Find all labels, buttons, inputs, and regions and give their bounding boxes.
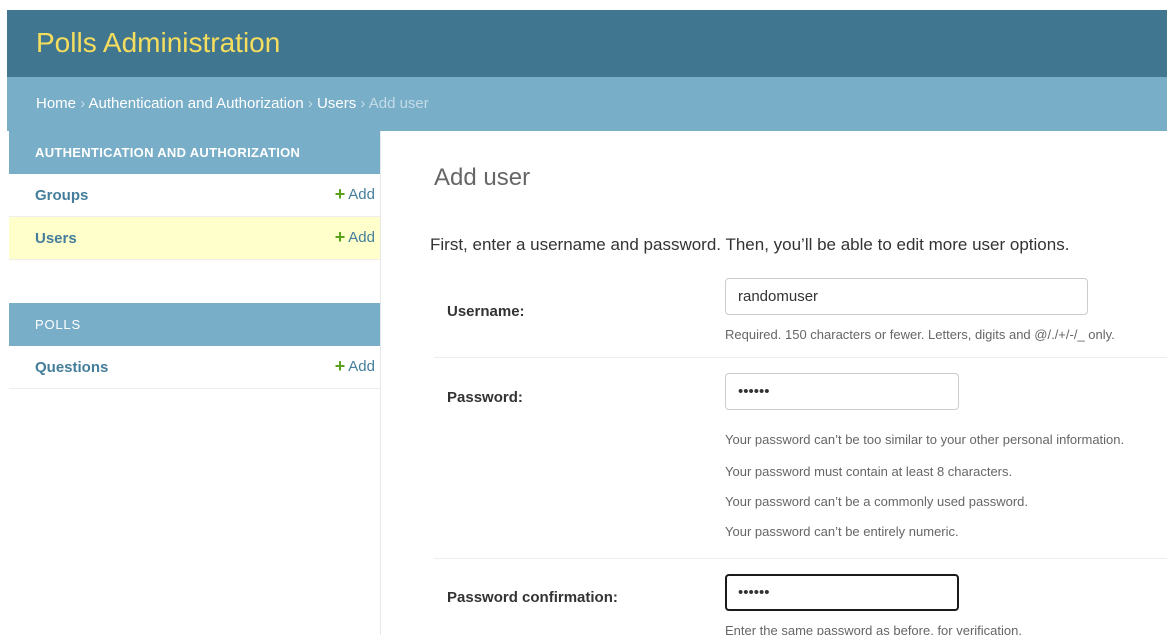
- password-confirmation-help: Enter the same password as before, for v…: [725, 623, 1022, 635]
- sidebar-item-users: Users + Add: [9, 217, 380, 260]
- breadcrumb-separator: ›: [80, 95, 86, 112]
- main-content: Add user First, enter a username and pas…: [428, 131, 1167, 635]
- password-label: Password:: [447, 389, 523, 406]
- password-confirmation-label: Password confirmation:: [447, 589, 618, 606]
- page-title: Add user: [434, 164, 531, 191]
- add-groups-link[interactable]: + Add: [334, 184, 375, 204]
- username-field[interactable]: [725, 278, 1088, 315]
- plus-icon: +: [334, 184, 346, 204]
- sidebar-item-groups: Groups + Add: [9, 174, 380, 217]
- password-help-item: Your password can’t be entirely numeric.: [725, 524, 959, 539]
- model-link-questions[interactable]: Questions: [35, 359, 108, 376]
- module-caption-auth[interactable]: AUTHENTICATION AND AUTHORIZATION: [9, 131, 380, 174]
- breadcrumb-app[interactable]: Authentication and Authorization: [89, 95, 304, 112]
- password-confirmation-field[interactable]: [725, 574, 959, 611]
- breadcrumb-model[interactable]: Users: [317, 95, 356, 112]
- password-field[interactable]: [725, 373, 959, 410]
- breadcrumb-home[interactable]: Home: [36, 95, 76, 112]
- add-label: Add: [348, 358, 375, 375]
- intro-text: First, enter a username and password. Th…: [430, 235, 1070, 254]
- breadcrumb-separator: ›: [360, 95, 366, 112]
- form-row-password: Password: Your password can’t be too sim…: [434, 358, 1167, 559]
- breadcrumb-current: Add user: [368, 95, 429, 112]
- password-help-item: Your password must contain at least 8 ch…: [725, 464, 1013, 479]
- add-label: Add: [348, 186, 375, 203]
- form-row-password-confirmation: Password confirmation: Enter the same pa…: [434, 559, 1167, 635]
- add-users-link[interactable]: + Add: [334, 227, 375, 247]
- breadcrumb: Home › Authentication and Authorization …: [7, 77, 1167, 131]
- model-link-users[interactable]: Users: [35, 230, 77, 247]
- username-help: Required. 150 characters or fewer. Lette…: [725, 327, 1115, 342]
- password-help-item: Your password can’t be too similar to yo…: [725, 432, 1125, 447]
- model-link-groups[interactable]: Groups: [35, 187, 88, 204]
- plus-icon: +: [334, 356, 346, 376]
- add-questions-link[interactable]: + Add: [334, 356, 375, 376]
- site-title[interactable]: Polls Administration: [36, 27, 280, 59]
- header: Polls Administration: [7, 10, 1167, 77]
- sidebar: AUTHENTICATION AND AUTHORIZATION Groups …: [9, 131, 381, 635]
- admin-page: Polls Administration Home › Authenticati…: [7, 10, 1167, 635]
- form-row-username: Username: Required. 150 characters or fe…: [434, 278, 1167, 358]
- plus-icon: +: [334, 227, 346, 247]
- module-caption-polls[interactable]: POLLS: [9, 303, 380, 346]
- username-label: Username:: [447, 303, 525, 320]
- password-help-item: Your password can’t be a commonly used p…: [725, 494, 1029, 509]
- breadcrumb-separator: ›: [307, 95, 313, 112]
- sidebar-item-questions: Questions + Add: [9, 346, 380, 389]
- add-label: Add: [348, 229, 375, 246]
